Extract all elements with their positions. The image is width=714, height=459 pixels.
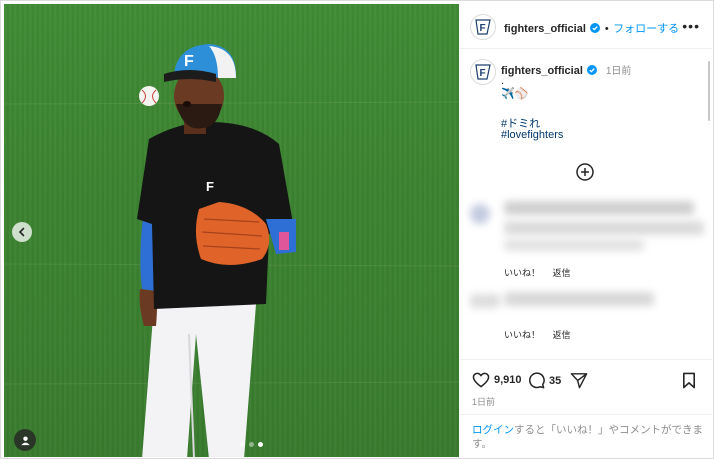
post-header: F fighters_official • フォローする ••• (460, 4, 712, 49)
account-avatar[interactable]: F (470, 14, 496, 40)
comment-text-blurred (504, 239, 644, 251)
comment-icon (529, 372, 545, 389)
comment-reply-button[interactable]: 返信 (553, 268, 571, 278)
comment-avatar[interactable] (470, 204, 490, 224)
comment-button[interactable]: 35 (527, 372, 561, 389)
share-button[interactable] (570, 372, 592, 389)
comment-text-blurred (504, 201, 694, 215)
follow-button[interactable]: フォローする (613, 23, 679, 35)
comment-text-blurred (504, 221, 704, 235)
caption-header: fighters_official 1日前 (501, 61, 631, 79)
more-options-button[interactable]: ••• (682, 18, 700, 34)
slide-indicator (240, 442, 263, 447)
slide-dot-active (258, 442, 263, 447)
like-button[interactable]: 9,910 (472, 372, 522, 388)
tagged-users-button[interactable] (14, 429, 36, 451)
header-username[interactable]: fighters_official (504, 23, 586, 35)
post-actions-bar: 9,910 35 1日前 (460, 359, 712, 415)
load-more-comments-icon[interactable] (576, 163, 594, 181)
chevron-left-icon (18, 227, 25, 237)
slide-dot (240, 442, 245, 447)
save-button[interactable] (682, 372, 700, 389)
post-side-panel: F fighters_official • フォローする ••• F fight… (460, 4, 712, 457)
caption-time: 1日前 (605, 66, 632, 77)
comment-text-blurred (504, 292, 654, 306)
post-photo[interactable]: F F (4, 4, 459, 457)
slide-dot (249, 442, 254, 447)
user-icon (20, 435, 30, 445)
caption-emoji: ✈️⚾ (501, 88, 529, 100)
comments-section: F fighters_official 1日前 . ✈️⚾ #ドミれ #love… (460, 49, 712, 359)
svg-text:F: F (480, 68, 486, 79)
verified-badge-icon (590, 23, 601, 33)
header-account-line: fighters_official • フォローする (504, 19, 679, 37)
header-separator: • (604, 23, 609, 35)
login-prompt-text: ログインすると「いいね！」やコメントができます。 (472, 423, 704, 451)
like-count: 9,910 (494, 374, 522, 386)
fighters-logo-icon: F (475, 64, 491, 80)
instagram-post-embed: F F F fighters_official • フォローする ••• F f… (0, 0, 714, 459)
caption-line: . (501, 75, 505, 87)
previous-slide-button[interactable] (12, 222, 32, 242)
svg-text:F: F (206, 179, 214, 194)
player-photo: F F (4, 44, 459, 457)
verified-badge-icon (587, 65, 598, 75)
share-icon (570, 373, 588, 389)
hashtag-link[interactable]: #lovefighters (501, 129, 563, 141)
caption-avatar[interactable]: F (470, 59, 496, 85)
comment-count: 35 (549, 374, 562, 387)
post-date: 1日前 (472, 397, 496, 407)
login-prompt: ログインすると「いいね！」やコメントができます。 (460, 414, 712, 458)
heart-icon (472, 372, 490, 388)
comment-actions: いいね！ 返信 (504, 266, 581, 279)
svg-text:F: F (480, 23, 486, 34)
fighters-logo-icon: F (475, 19, 491, 35)
comment-like-button[interactable]: いいね！ (504, 268, 540, 278)
svg-text:F: F (184, 53, 194, 70)
comment-actions: いいね！ 返信 (504, 328, 581, 341)
comment-like-button[interactable]: いいね！ (504, 330, 540, 340)
caption-username[interactable]: fighters_official (501, 65, 583, 77)
comment-reply-button[interactable]: 返信 (553, 330, 571, 340)
login-link[interactable]: ログイン (472, 424, 514, 436)
comment-avatar[interactable] (470, 294, 500, 308)
comments-scrollbar[interactable] (708, 61, 710, 121)
bookmark-icon (683, 372, 695, 389)
